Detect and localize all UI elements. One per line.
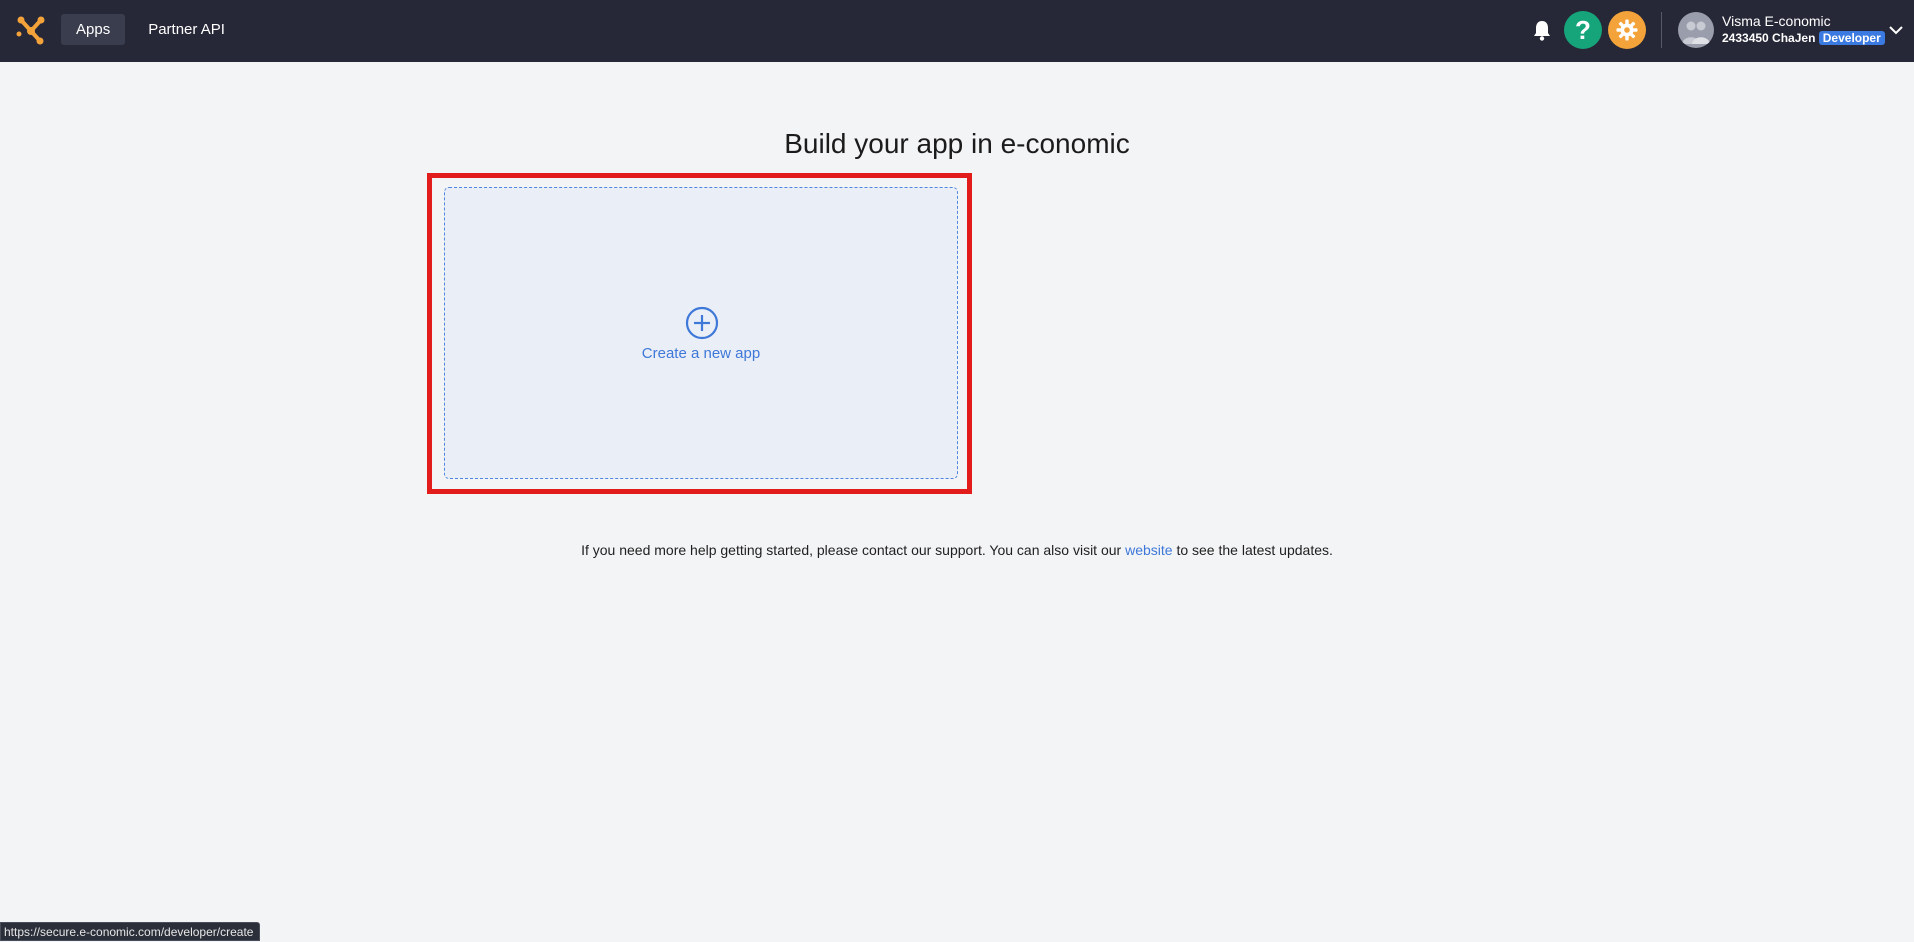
user-name: Visma E-conomic: [1722, 13, 1831, 29]
help-text-before: If you need more help getting started, p…: [581, 542, 1126, 558]
account-id: 2433450 ChaJen: [1722, 31, 1816, 45]
top-navigation-bar: Apps Partner API ? Visma E-conomic 24334…: [0, 0, 1914, 62]
help-text: If you need more help getting started, p…: [0, 542, 1914, 558]
user-menu[interactable]: Visma E-conomic 2433450 ChaJen Developer: [1722, 13, 1885, 46]
help-button[interactable]: ?: [1564, 11, 1602, 49]
role-badge: Developer: [1818, 31, 1885, 45]
header-tools: ? Visma E-conomic 2433450 ChaJen Develop…: [1520, 0, 1914, 62]
status-bar-url: https://secure.e-conomic.com/developer/c…: [0, 922, 261, 941]
avatar[interactable]: [1678, 12, 1714, 48]
website-link[interactable]: website: [1125, 542, 1172, 558]
logo-icon[interactable]: [14, 14, 48, 48]
page-title: Build your app in e-conomic: [784, 128, 1130, 159]
create-app-card[interactable]: Create a new app: [444, 187, 958, 479]
main-nav: Apps Partner API: [61, 14, 240, 45]
help-text-after: to see the latest updates.: [1172, 542, 1333, 558]
chevron-down-icon[interactable]: [1888, 22, 1904, 38]
gear-icon: [1616, 19, 1638, 41]
plus-circle-icon: [685, 306, 719, 340]
create-app-label: Create a new app: [641, 345, 761, 362]
avatar-icon: [1682, 21, 1710, 44]
nav-item-apps[interactable]: Apps: [61, 14, 126, 45]
help-icon: ?: [1575, 14, 1591, 45]
nav-item-partner-api[interactable]: Partner API: [133, 14, 240, 45]
header-divider: [1661, 12, 1662, 48]
user-account: 2433450 ChaJen Developer: [1722, 30, 1885, 46]
settings-button[interactable]: [1608, 11, 1646, 49]
bell-icon[interactable]: [1532, 19, 1552, 41]
